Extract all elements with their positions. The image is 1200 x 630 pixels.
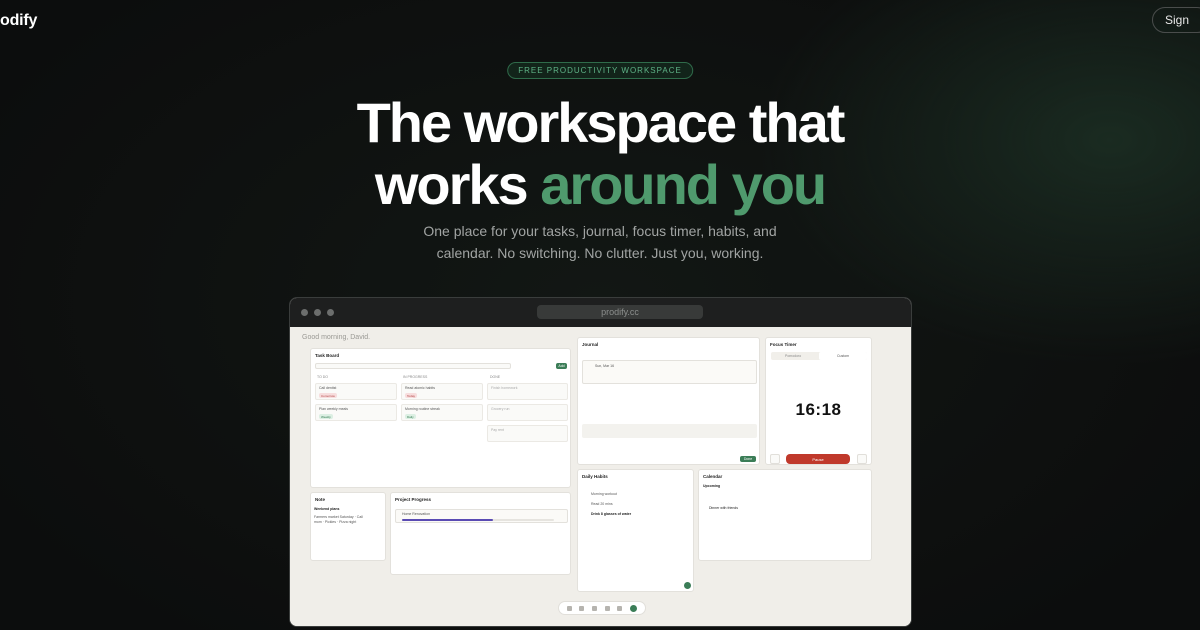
hero-title-accent: around you (540, 153, 827, 216)
greeting: Good morning, David. (302, 334, 371, 341)
project-item[interactable]: Home Renovation (395, 509, 568, 523)
habit-item[interactable]: Read 20 mins (591, 502, 613, 506)
note-heading: Weekend plans (314, 507, 340, 511)
reset-icon[interactable] (770, 454, 780, 464)
task-board-title: Task Board (315, 353, 340, 358)
calendar-title: Calendar (703, 474, 723, 479)
dock-add-icon[interactable] (617, 605, 623, 611)
journal-done-button[interactable]: Done (740, 456, 756, 462)
habit-item[interactable]: Drink 8 glasses of water (591, 512, 631, 516)
window-titlebar: prodify.cc (290, 298, 911, 327)
note-card: Note Weekend plans Farmers market Saturd… (310, 492, 386, 561)
dock-tasks-icon[interactable] (566, 605, 572, 611)
app-canvas: Good morning, David. Task Board Add TO D… (290, 327, 911, 626)
tab-pomodoro[interactable]: Pomodoro (785, 354, 801, 358)
window-dot-icon (301, 309, 308, 316)
hero-title-line1: The workspace that (356, 91, 846, 154)
daily-habits-title: Daily Habits (582, 474, 608, 479)
task-board-card: Task Board Add TO DO IN PROGRESS DONE Ca… (310, 348, 571, 488)
calendar-section: Upcoming (703, 484, 721, 488)
focus-timer-title: Focus Timer (770, 342, 797, 347)
task-tag: Weekly (319, 414, 333, 419)
note-body-line1: Farmers market Saturday · Call (314, 515, 363, 519)
project-progress-bar (402, 519, 554, 521)
settings-icon[interactable] (857, 454, 867, 464)
hero-subtitle-line2: calendar. No switching. No clutter. Just… (436, 245, 764, 261)
note-body-line2: mom · Pickles · Pizza night (314, 520, 357, 524)
calendar-card: Calendar Upcoming Dinner with friends (698, 469, 872, 561)
sign-in-button[interactable]: Sign (1151, 7, 1200, 33)
journal-title: Journal (582, 342, 599, 347)
project-progress-title: Project Progress (395, 497, 432, 502)
column-inprogress-header: IN PROGRESS (403, 375, 428, 379)
task-tag: Daily (405, 414, 416, 419)
task-card[interactable]: Call dentist Comorrow (315, 383, 397, 400)
task-card[interactable]: Read atomic habits Today (401, 383, 483, 400)
journal-entry[interactable]: Sun, Mar 16 (582, 360, 757, 384)
journal-card: Journal Sun, Mar 16 Done (577, 337, 760, 465)
tab-custom-active[interactable]: Custom (819, 352, 867, 360)
url-bar: prodify.cc (537, 305, 703, 319)
task-tag: Comorrow (319, 393, 337, 398)
hero-subtitle: One place for your tasks, journal, focus… (0, 220, 1200, 264)
window-dot-icon (314, 309, 321, 316)
add-task-button[interactable]: Add (556, 363, 567, 369)
project-progress-fill (402, 519, 494, 521)
habit-item[interactable]: Morning workout (591, 492, 617, 496)
note-title: Note (315, 497, 325, 502)
task-card[interactable]: Finish homework (487, 383, 568, 400)
task-tag: Today (405, 393, 418, 398)
daily-habits-card: Daily Habits Morning workout Read 20 min… (577, 469, 694, 592)
task-input[interactable] (315, 363, 511, 369)
add-habit-icon[interactable] (684, 582, 691, 589)
focus-timer-card: Focus Timer Pomodoro Custom 16:18 Pause (765, 337, 872, 465)
timer-display: 16:18 (795, 400, 842, 419)
hero-badge: FREE PRODUCTIVITY WORKSPACE (507, 62, 693, 79)
hero-title-line2: works (374, 153, 541, 216)
hero-subtitle-line1: One place for your tasks, journal, focus… (423, 223, 777, 239)
dock-timer-icon[interactable] (592, 605, 598, 611)
dock-journal-icon[interactable] (579, 605, 585, 611)
app-dock (558, 601, 646, 615)
task-card[interactable]: Pay rent (487, 425, 568, 442)
app-preview-window: prodify.cc Good morning, David. Task Boa… (289, 297, 912, 627)
logo[interactable]: odify (0, 12, 37, 30)
column-todo-header: TO DO (317, 375, 329, 379)
calendar-event[interactable]: Dinner with friends (709, 506, 738, 510)
pause-button[interactable]: Pause (786, 454, 850, 464)
task-card[interactable]: Plan weekly meals Weekly (315, 404, 397, 421)
hero-title: The workspace that works around you (0, 92, 1200, 216)
dock-habits-icon[interactable] (604, 605, 610, 611)
task-card[interactable]: Grocery run (487, 404, 568, 421)
timer-mode-tabs: Pomodoro Custom (771, 352, 867, 360)
column-done-header: DONE (490, 375, 501, 379)
journal-input[interactable] (582, 424, 757, 438)
window-dot-icon (327, 309, 334, 316)
project-progress-card: Project Progress Home Renovation (390, 492, 571, 575)
task-card[interactable]: Morning routine streak Daily (401, 404, 483, 421)
dock-profile-icon[interactable] (630, 604, 638, 612)
